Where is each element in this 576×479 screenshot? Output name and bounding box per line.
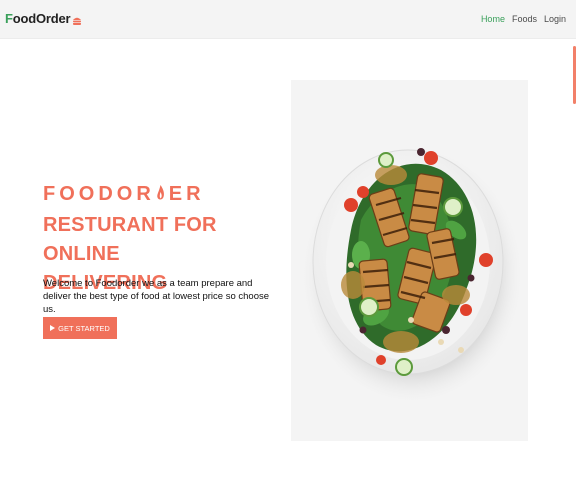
hero-brand: FOODOR ER <box>43 183 205 206</box>
brand-logo[interactable]: FoodOrder <box>5 11 82 26</box>
get-started-button[interactable]: GET STARTED <box>43 317 117 339</box>
nav-links: Home Foods Login <box>481 14 566 24</box>
hero-brand-part2: ER <box>168 183 205 205</box>
nav-link-login[interactable]: Login <box>544 14 566 24</box>
hamburger-icon <box>72 14 82 25</box>
nav-link-home[interactable]: Home <box>481 14 505 24</box>
play-icon <box>50 325 56 331</box>
hero-description: Welcome to Foodorder we as a team prepar… <box>43 278 270 315</box>
brand-name: oodOrder <box>12 11 71 26</box>
navbar: FoodOrder Home Foods Login <box>0 0 576 39</box>
brand-initial: F <box>5 11 13 26</box>
get-started-label: GET STARTED <box>58 323 110 333</box>
nav-link-foods[interactable]: Foods <box>512 14 537 24</box>
hero-title-line1: RESTURANT FOR ONLINE <box>43 214 217 265</box>
flame-icon <box>156 184 165 202</box>
hero-brand-part1: FOODOR <box>43 183 155 205</box>
salad-plate-illustration <box>300 140 524 400</box>
hero-dish-image <box>291 80 528 441</box>
